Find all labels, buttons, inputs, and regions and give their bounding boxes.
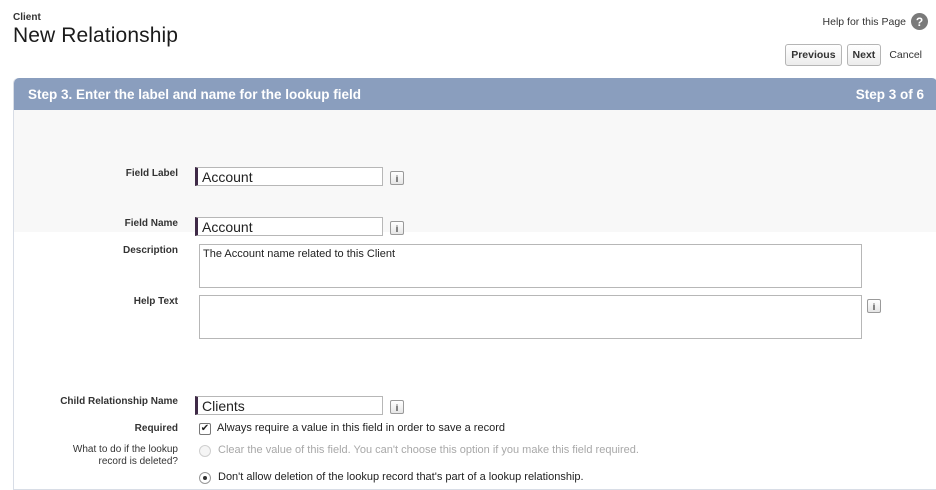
field-name-info-icon[interactable]: i [390,221,404,235]
previous-button[interactable]: Previous [785,44,842,66]
help-link[interactable]: Help for this Page ? [823,13,928,30]
child-relationship-label: Child Relationship Name [60,396,178,407]
field-label-info-icon[interactable]: i [390,171,404,185]
page-title: New Relationship [13,24,179,47]
field-name-label: Field Name [124,218,178,229]
object-label: Client [13,12,41,23]
required-option-text: Always require a value in this field in … [217,422,505,434]
field-name-input[interactable]: Account [195,217,383,236]
clear-value-radio[interactable] [199,445,211,457]
step-counter: Step 3 of 6 [855,86,924,102]
required-checkbox[interactable]: ✔ [199,423,211,435]
child-relationship-info-icon[interactable]: i [390,400,404,414]
field-label-input[interactable]: Account [195,167,383,186]
help-icon[interactable]: ? [911,13,928,30]
help-text-label: Help Text [133,296,178,307]
next-button[interactable]: Next [846,44,882,66]
description-textarea[interactable]: The Account name related to this Client [199,244,862,288]
clear-value-option-text: Clear the value of this field. You can't… [218,444,639,456]
description-label: Description [122,245,178,256]
step-buttons: Previous Next Cancel [785,44,922,66]
child-relationship-input[interactable]: Clients [195,396,383,415]
field-label-label: Field Label [125,168,178,179]
help-link-label[interactable]: Help for this Page [823,16,906,28]
cancel-link[interactable]: Cancel [889,49,922,61]
step-header: Step 3. Enter the label and name for the… [14,78,936,110]
step-title: Step 3. Enter the label and name for the… [28,86,362,102]
dont-allow-deletion-radio[interactable] [199,472,211,484]
on-delete-label-line2: record is deleted? [98,456,179,467]
page-header: Client New Relationship [13,12,178,48]
help-text-info-icon[interactable]: i [867,299,881,313]
dont-allow-deletion-option-text: Don't allow deletion of the lookup recor… [218,471,584,483]
help-text-textarea[interactable] [199,295,862,339]
on-delete-label-line1: What to do if the lookup [72,444,178,455]
required-label: Required [134,423,178,434]
on-delete-label: What to do if the lookup record is delet… [73,444,178,468]
